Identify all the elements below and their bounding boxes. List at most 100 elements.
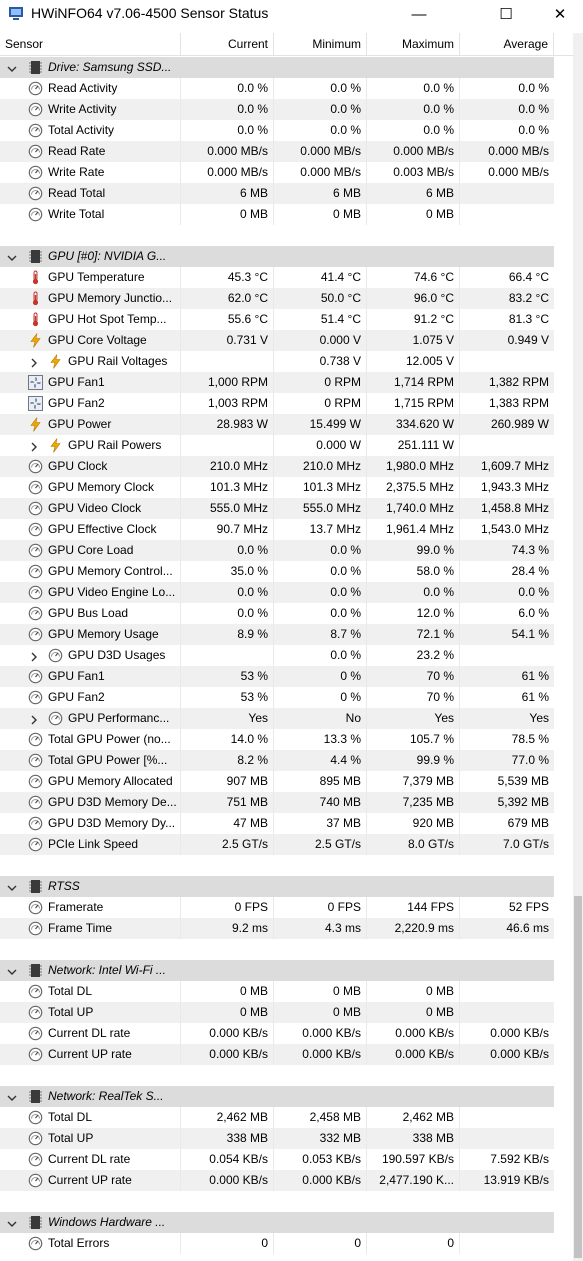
sensor-row[interactable]: GPU Memory Allocated 907 MB 895 MB 7,379 MB… — [0, 771, 554, 792]
sensor-row[interactable]: Write Activity 0.0 % 0.0 % 0.0 % 0.0 % — [0, 99, 554, 120]
gauge-icon — [28, 585, 43, 600]
sensor-row[interactable]: GPU Core Voltage 0.731 V 0.000 V 1.075 V 0.9… — [0, 330, 554, 351]
sensor-row[interactable]: GPU Temperature 45.3 °C 41.4 °C 74.6 °C 66.4… — [0, 267, 554, 288]
sensor-group-row[interactable]: GPU [#0]: NVIDIA G... — [0, 246, 554, 267]
gauge-icon — [48, 711, 63, 726]
sensor-row[interactable]: Current DL rate 0.054 KB/s 0.053 KB/s 190.5… — [0, 1149, 554, 1170]
sensor-row[interactable]: GPU Fan1 53 % 0 % 70 % 61 % — [0, 666, 554, 687]
chevron-right-icon[interactable] — [28, 712, 40, 725]
gauge-icon — [28, 753, 43, 768]
average-value: 5,539 MB — [497, 774, 549, 788]
scrollbar-thumb[interactable] — [574, 896, 582, 1258]
sensor-row[interactable]: GPU D3D Memory De... 751 MB 740 MB 7,235 MB… — [0, 792, 554, 813]
column-header-current[interactable]: Current — [181, 33, 274, 56]
sensor-row[interactable]: GPU Fan2 1,003 RPM 0 RPM 1,715 RPM 1,383 RPM — [0, 393, 554, 414]
sensor-group-row[interactable]: Drive: Samsung SSD... — [0, 57, 554, 78]
sensor-row[interactable]: GPU Hot Spot Temp... 55.6 °C 51.4 °C 91.2 °… — [0, 309, 554, 330]
maximum-value: 12.005 V — [367, 351, 460, 372]
sensor-row[interactable]: Total UP 0 MB 0 MB 0 MB — [0, 1002, 554, 1023]
sensor-row[interactable]: Write Total 0 MB 0 MB 0 MB — [0, 204, 554, 225]
sensor-group-row[interactable]: Windows Hardware ... — [0, 1212, 554, 1233]
minimize-button[interactable]: — — [396, 0, 442, 28]
sensor-row[interactable]: Total Activity 0.0 % 0.0 % 0.0 % 0.0 % — [0, 120, 554, 141]
app-icon — [9, 7, 23, 20]
maximize-button[interactable]: ☐ — [483, 0, 529, 28]
thermometer-icon — [28, 312, 43, 327]
chip-icon — [28, 60, 43, 75]
chevron-right-icon[interactable] — [28, 649, 40, 662]
column-header-average[interactable]: Average — [460, 33, 554, 56]
sensor-subgroup-row[interactable]: GPU Rail Powers 0.000 W 251.111 W — [0, 435, 554, 456]
average-value: 0.000 MB/s — [488, 144, 549, 158]
chevron-down-icon[interactable] — [6, 61, 18, 73]
sensor-row[interactable]: Read Total 6 MB 6 MB 6 MB — [0, 183, 554, 204]
maximum-value: 1,714 RPM — [367, 372, 460, 393]
column-header-maximum[interactable]: Maximum — [367, 33, 460, 56]
sensor-row[interactable]: Frame Time 9.2 ms 4.3 ms 2,220.9 ms 46.6 ms — [0, 918, 554, 939]
sensor-row[interactable]: GPU Memory Junctio... 62.0 °C 50.0 °C 96.0 … — [0, 288, 554, 309]
sensor-row[interactable]: Current UP rate 0.000 KB/s 0.000 KB/s 2,477… — [0, 1170, 554, 1191]
sensor-row[interactable]: Read Activity 0.0 % 0.0 % 0.0 % 0.0 % — [0, 78, 554, 99]
current-value: 0.000 KB/s — [181, 1170, 274, 1191]
sensor-row[interactable]: Current UP rate 0.000 KB/s 0.000 KB/s 0.000… — [0, 1044, 554, 1065]
sensor-row[interactable]: Total GPU Power [%... 8.2 % 4.4 % 99.9 % 77.… — [0, 750, 554, 771]
sensor-row[interactable]: GPU Core Load 0.0 % 0.0 % 99.0 % 74.3 % — [0, 540, 554, 561]
sensor-row[interactable]: Write Rate 0.000 MB/s 0.000 MB/s 0.003 MB/s… — [0, 162, 554, 183]
sensor-row[interactable]: Read Rate 0.000 MB/s 0.000 MB/s 0.000 MB/s 0… — [0, 141, 554, 162]
chevron-right-icon[interactable] — [28, 355, 40, 368]
sensor-subgroup-row[interactable]: GPU Rail Voltages 0.738 V 12.005 V — [0, 351, 554, 372]
sensor-row[interactable]: Total DL 2,462 MB 2,458 MB 2,462 MB — [0, 1107, 554, 1128]
column-header-minimum[interactable]: Minimum — [274, 33, 367, 56]
sensor-row[interactable]: GPU Power 28.983 W 15.499 W 334.620 W 260.98… — [0, 414, 554, 435]
average-value: Yes — [529, 711, 549, 725]
sensor-label: Total DL — [48, 984, 93, 998]
sensor-row[interactable]: GPU Video Clock 555.0 MHz 555.0 MHz 1,740.0… — [0, 498, 554, 519]
sensor-row[interactable]: GPU Memory Clock 101.3 MHz 101.3 MHz 2,375.… — [0, 477, 554, 498]
chevron-right-icon[interactable] — [28, 439, 40, 452]
sensor-row[interactable]: Framerate 0 FPS 0 FPS 144 FPS 52 FPS — [0, 897, 554, 918]
chevron-down-icon[interactable] — [6, 964, 18, 976]
sensor-row[interactable]: GPU Fan2 53 % 0 % 70 % 61 % — [0, 687, 554, 708]
sensor-group-row[interactable]: Network: RealTek S... — [0, 1086, 554, 1107]
chevron-down-icon[interactable] — [6, 1216, 18, 1228]
sensor-group-row[interactable]: RTSS — [0, 876, 554, 897]
chevron-down-icon[interactable] — [6, 880, 18, 892]
gauge-icon — [28, 690, 43, 705]
sensor-row[interactable]: Total DL 0 MB 0 MB 0 MB — [0, 981, 554, 1002]
sensor-row[interactable]: GPU D3D Memory Dy... 47 MB 37 MB 920 MB 679 … — [0, 813, 554, 834]
average-value: 83.2 °C — [508, 291, 549, 305]
group-name-cell: Network: Intel Wi-Fi ... — [0, 960, 181, 981]
current-value: 53 % — [181, 666, 274, 687]
sensor-row[interactable]: GPU Memory Control... 35.0 % 0.0 % 58.0 % 28… — [0, 561, 554, 582]
close-button[interactable]: ✕ — [537, 0, 583, 28]
spacer-row — [0, 1065, 554, 1086]
column-header-sensor[interactable]: Sensor — [0, 33, 181, 56]
maximum-value: 144 FPS — [367, 897, 460, 918]
sensor-subgroup-row[interactable]: GPU Performanc... Yes No Yes Yes — [0, 708, 554, 729]
sensor-row[interactable]: GPU Video Engine Lo... 0.0 % 0.0 % 0.0 % 0.0… — [0, 582, 554, 603]
sensor-row[interactable]: GPU Effective Clock 90.7 MHz 13.7 MHz 1,961… — [0, 519, 554, 540]
sensor-row[interactable]: GPU Clock 210.0 MHz 210.0 MHz 1,980.0 MHz 1,… — [0, 456, 554, 477]
sensor-row[interactable]: PCIe Link Speed 2.5 GT/s 2.5 GT/s 8.0 GT/s 7… — [0, 834, 554, 855]
sensor-row[interactable]: Total UP 338 MB 332 MB 338 MB — [0, 1128, 554, 1149]
minimum-value: 0.0 % — [274, 120, 367, 141]
sensor-row[interactable]: GPU Memory Usage 8.9 % 8.7 % 72.1 % 54.1 % — [0, 624, 554, 645]
sensor-row[interactable]: Total Errors 0 0 0 — [0, 1233, 554, 1254]
sensor-row[interactable]: Current DL rate 0.000 KB/s 0.000 KB/s 0.000… — [0, 1023, 554, 1044]
vertical-scrollbar[interactable] — [573, 33, 583, 1261]
maximum-value: 1,980.0 MHz — [367, 456, 460, 477]
maximum-value: 0.0 % — [367, 99, 460, 120]
sensor-group-row[interactable]: Network: Intel Wi-Fi ... — [0, 960, 554, 981]
sensor-label: GPU Rail Voltages — [68, 354, 168, 368]
sensor-row[interactable]: GPU Fan1 1,000 RPM 0 RPM 1,714 RPM 1,382 RPM — [0, 372, 554, 393]
maximum-value: 0 MB — [367, 1002, 460, 1023]
chevron-down-icon[interactable] — [6, 1090, 18, 1102]
sensor-subgroup-row[interactable]: GPU D3D Usages 0.0 % 23.2 % — [0, 645, 554, 666]
chevron-down-icon[interactable] — [6, 250, 18, 262]
minimum-value: 0.000 V — [274, 330, 367, 351]
minimum-value: 8.7 % — [274, 624, 367, 645]
sensor-row[interactable]: Total GPU Power (no... 14.0 % 13.3 % 105.7 … — [0, 729, 554, 750]
current-value: 0 MB — [181, 1002, 274, 1023]
gauge-icon — [28, 81, 43, 96]
sensor-row[interactable]: GPU Bus Load 0.0 % 0.0 % 12.0 % 6.0 % — [0, 603, 554, 624]
